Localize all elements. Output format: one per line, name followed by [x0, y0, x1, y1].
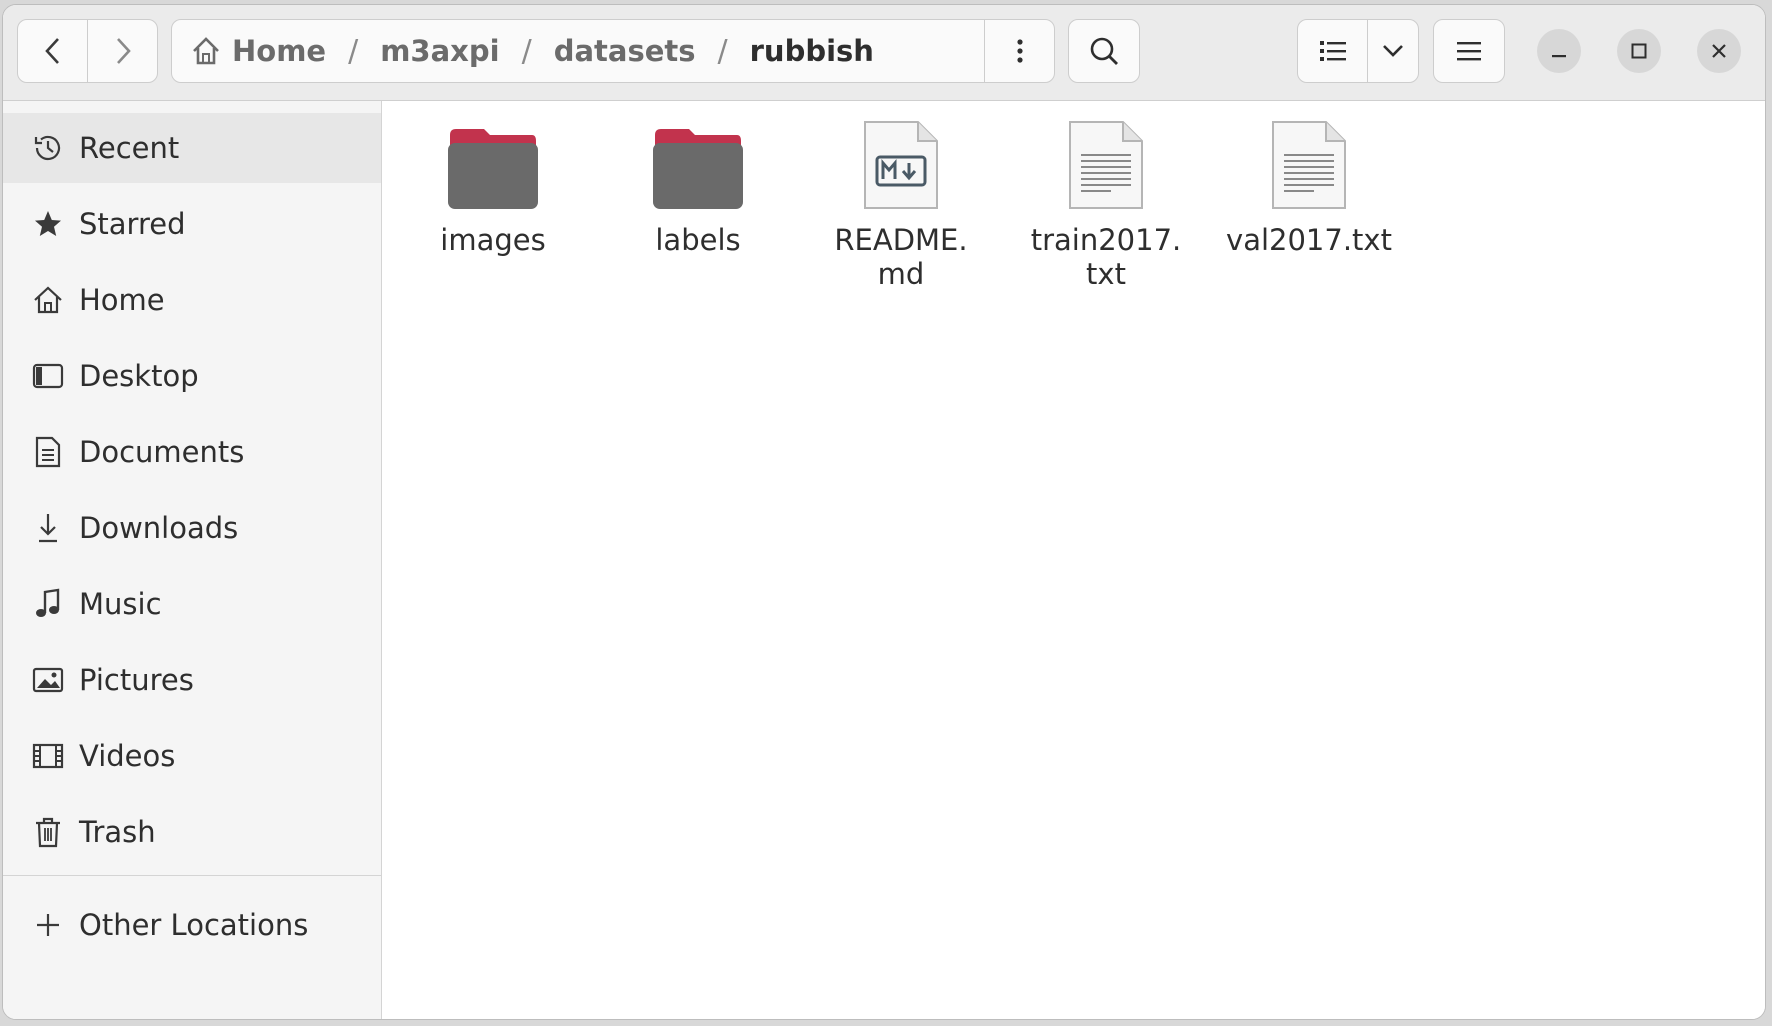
sidebar: Recent Starred Home Desktop Documents Do…: [3, 101, 382, 1019]
document-icon: [31, 435, 65, 469]
music-note-icon: [31, 587, 65, 621]
star-icon: [31, 207, 65, 241]
sidebar-item-label: Other Locations: [79, 908, 309, 942]
home-icon: [31, 283, 65, 317]
forward-button[interactable]: [87, 19, 158, 83]
markdown-file-icon: [806, 115, 996, 211]
breadcrumb-separator: /: [717, 33, 728, 69]
picture-icon: [31, 663, 65, 697]
file-name: labels: [655, 223, 741, 257]
search-button[interactable]: [1068, 19, 1140, 83]
file-view: images labels README. md train2017. txt …: [382, 101, 1765, 1019]
list-view-button[interactable]: [1297, 19, 1368, 83]
vertical-dots-icon: [1016, 39, 1023, 63]
breadcrumb-home[interactable]: Home: [232, 34, 326, 68]
path-menu-button[interactable]: [984, 20, 1054, 82]
chevron-down-icon: [1383, 45, 1403, 57]
search-icon: [1090, 37, 1118, 65]
chevron-right-icon: [116, 38, 131, 64]
sidebar-item-label: Documents: [79, 435, 245, 469]
file-item-train2017[interactable]: train2017. txt: [1011, 115, 1201, 291]
sidebar-item-documents[interactable]: Documents: [3, 417, 381, 487]
file-name: images: [440, 223, 546, 257]
minimize-button[interactable]: [1537, 29, 1581, 73]
header-bar: Home / m3axpi / datasets / rubbish: [3, 5, 1765, 101]
sidebar-item-label: Starred: [79, 207, 186, 241]
sidebar-item-label: Recent: [79, 131, 180, 165]
list-view-icon: [1319, 41, 1346, 61]
breadcrumb-datasets[interactable]: datasets: [554, 34, 696, 68]
sidebar-divider: [3, 875, 381, 876]
breadcrumb: Home / m3axpi / datasets / rubbish: [172, 34, 984, 69]
sidebar-item-starred[interactable]: Starred: [3, 189, 381, 259]
file-item-readme[interactable]: README. md: [806, 115, 996, 291]
sidebar-item-downloads[interactable]: Downloads: [3, 493, 381, 563]
sidebar-item-videos[interactable]: Videos: [3, 721, 381, 791]
folder-icon: [398, 115, 588, 211]
file-name: val2017.txt: [1226, 223, 1392, 257]
sidebar-item-other-locations[interactable]: Other Locations: [3, 890, 381, 960]
file-item-images[interactable]: images: [398, 115, 588, 257]
folder-icon: [603, 115, 793, 211]
path-bar: Home / m3axpi / datasets / rubbish: [171, 19, 1055, 83]
desktop-icon: [31, 359, 65, 393]
file-item-labels[interactable]: labels: [603, 115, 793, 257]
minimize-icon: [1552, 55, 1566, 58]
sidebar-item-home[interactable]: Home: [3, 265, 381, 335]
text-file-icon: [1214, 115, 1404, 211]
sidebar-item-label: Music: [79, 587, 162, 621]
back-button[interactable]: [17, 19, 88, 83]
sidebar-item-recent[interactable]: Recent: [3, 113, 381, 183]
breadcrumb-separator: /: [348, 33, 359, 69]
clock-icon: [31, 131, 65, 165]
file-item-val2017[interactable]: val2017.txt: [1214, 115, 1404, 257]
maximize-icon: [1631, 43, 1647, 59]
plus-icon: [31, 908, 65, 942]
sidebar-item-pictures[interactable]: Pictures: [3, 645, 381, 715]
file-name: train2017. txt: [1030, 223, 1182, 291]
sidebar-item-label: Pictures: [79, 663, 194, 697]
sidebar-item-label: Videos: [79, 739, 176, 773]
text-file-icon: [1011, 115, 1201, 211]
sidebar-item-label: Home: [79, 283, 165, 317]
file-manager-window: Home / m3axpi / datasets / rubbish Recen…: [2, 4, 1766, 1020]
chevron-left-icon: [44, 38, 59, 64]
view-options-dropdown[interactable]: [1367, 19, 1419, 83]
film-icon: [31, 739, 65, 773]
sidebar-item-label: Trash: [79, 815, 156, 849]
home-icon: [190, 35, 222, 67]
breadcrumb-rubbish[interactable]: rubbish: [750, 34, 874, 68]
hamburger-menu-icon: [1457, 42, 1481, 61]
sidebar-item-trash[interactable]: Trash: [3, 797, 381, 867]
file-name: README. md: [834, 223, 968, 291]
trash-icon: [31, 815, 65, 849]
sidebar-item-label: Downloads: [79, 511, 239, 545]
download-icon: [31, 511, 65, 545]
close-button[interactable]: [1697, 29, 1741, 73]
sidebar-item-label: Desktop: [79, 359, 199, 393]
close-icon: [1712, 44, 1726, 58]
main-menu-button[interactable]: [1433, 19, 1505, 83]
breadcrumb-separator: /: [521, 33, 532, 69]
sidebar-item-desktop[interactable]: Desktop: [3, 341, 381, 411]
sidebar-item-music[interactable]: Music: [3, 569, 381, 639]
maximize-button[interactable]: [1617, 29, 1661, 73]
breadcrumb-m3axpi[interactable]: m3axpi: [380, 34, 499, 68]
